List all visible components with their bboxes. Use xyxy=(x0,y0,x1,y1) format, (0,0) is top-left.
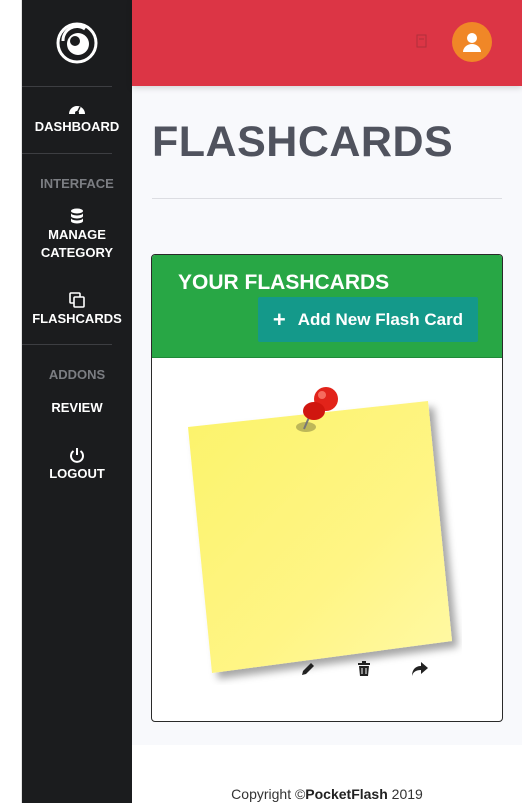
sidebar-heading-addons: ADDONS xyxy=(48,367,106,382)
add-flashcard-label: Add New Flash Card xyxy=(297,309,464,329)
title-divider xyxy=(152,198,502,199)
footer-prefix: Copyright © xyxy=(231,786,306,802)
sidebar-item-label: MANAGE CATEGORY xyxy=(40,227,114,260)
delete-button[interactable] xyxy=(354,659,374,679)
add-flashcard-button[interactable]: + Add New Flash Card xyxy=(258,297,478,342)
topbar xyxy=(132,0,522,86)
trash-icon xyxy=(358,661,370,676)
pencil-icon xyxy=(302,663,314,675)
flashcard-sticky-note[interactable] xyxy=(182,385,462,685)
share-arrow-icon xyxy=(412,662,428,676)
sidebar-item-review[interactable]: REVIEW xyxy=(22,399,132,417)
tachometer-icon xyxy=(69,106,85,115)
sidebar-heading-interface: INTERFACE xyxy=(40,176,114,191)
sidebar-item-logout[interactable]: LOGOUT xyxy=(22,447,132,483)
card-title: YOUR FLASHCARDS xyxy=(178,271,390,294)
copy-icon xyxy=(69,292,85,308)
brand-logo[interactable] xyxy=(22,0,132,86)
sidebar-item-label: DASHBOARD xyxy=(34,119,120,134)
sidebar: DASHBOARD INTERFACE MANAGE CATEGORY FLAS… xyxy=(22,0,132,803)
sidebar-item-flashcards[interactable]: FLASHCARDS xyxy=(22,292,132,328)
footer-year: 2019 xyxy=(387,786,423,802)
sidebar-item-label: LOGOUT xyxy=(49,466,105,481)
page-title: FLASHCARDS xyxy=(152,118,454,166)
user-icon xyxy=(463,33,481,52)
sidebar-item-label: REVIEW xyxy=(51,400,103,415)
user-avatar[interactable] xyxy=(452,22,492,62)
scroll-gutter xyxy=(0,0,22,803)
sidebar-item-label: FLASHCARDS xyxy=(32,311,122,326)
brand-swirl-icon xyxy=(56,22,98,64)
footer: Copyright ©PocketFlash 2019 xyxy=(132,786,522,802)
document-icon[interactable] xyxy=(416,34,428,48)
sidebar-item-dashboard[interactable]: DASHBOARD xyxy=(22,102,132,136)
card-header: YOUR FLASHCARDS + Add New Flash Card xyxy=(152,255,502,358)
share-button[interactable] xyxy=(410,659,430,679)
sidebar-item-manage-category[interactable]: MANAGE CATEGORY xyxy=(22,208,132,262)
plus-icon: + xyxy=(272,306,286,332)
sticky-note-icon xyxy=(188,387,452,673)
edit-button[interactable] xyxy=(298,659,318,679)
database-icon xyxy=(71,208,83,224)
flashcards-card: YOUR FLASHCARDS + Add New Flash Card xyxy=(151,254,503,722)
footer-brand: PocketFlash xyxy=(305,786,388,802)
power-icon xyxy=(70,448,84,463)
